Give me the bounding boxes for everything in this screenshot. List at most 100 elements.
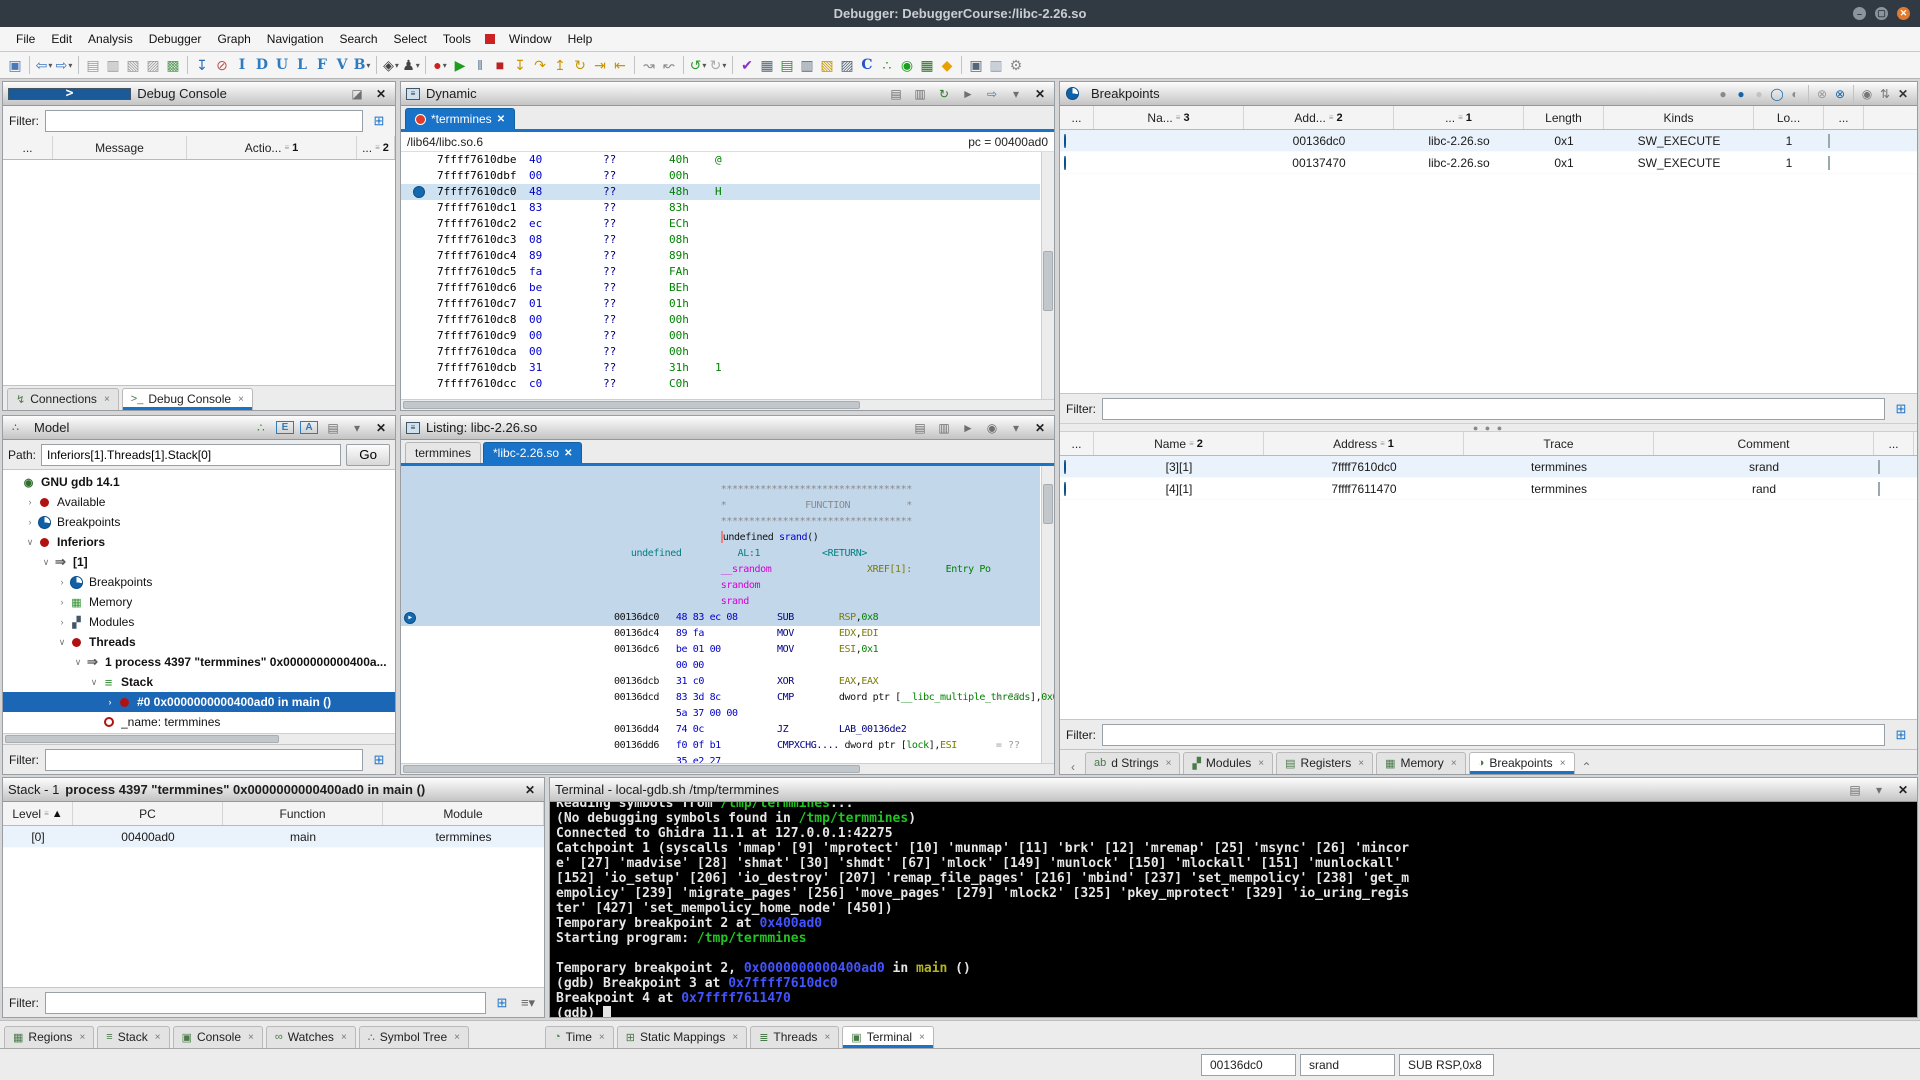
copy-special-icon[interactable]: ▤ bbox=[83, 54, 103, 76]
listing-line[interactable]: ********************************** bbox=[401, 514, 1040, 530]
listing-line[interactable]: ********************************** bbox=[401, 482, 1040, 498]
book-icon[interactable]: ▤ bbox=[777, 54, 797, 76]
tree-item[interactable]: ∨ Inferiors bbox=[3, 532, 395, 552]
snapshot-icon[interactable]: ▩ bbox=[163, 54, 183, 76]
label-l-icon[interactable]: L bbox=[292, 54, 312, 76]
listing-line[interactable]: 5a 37 00 00 bbox=[401, 706, 1040, 722]
chevron-down-icon[interactable]: ▾ bbox=[1870, 783, 1888, 797]
kill-icon[interactable]: ■ bbox=[490, 54, 510, 76]
save-icon[interactable]: ▣ bbox=[5, 54, 25, 76]
regex-filter-icon[interactable]: ⊞ bbox=[369, 752, 389, 768]
duplicate-icon[interactable]: ▥ bbox=[935, 421, 953, 435]
clipboard-icon[interactable]: ▤ bbox=[324, 421, 342, 435]
undefine-u-icon[interactable]: U bbox=[272, 54, 292, 76]
debug-console-filter-input[interactable] bbox=[45, 110, 363, 132]
column-header[interactable]: ... bbox=[1060, 106, 1094, 129]
close-icon[interactable]: ✕ bbox=[1894, 87, 1912, 101]
regex-filter-icon[interactable]: ⊞ bbox=[492, 995, 512, 1011]
column-header[interactable]: ... bbox=[1824, 106, 1864, 129]
column-header[interactable]: Comment bbox=[1654, 432, 1874, 455]
close-icon[interactable]: ✕ bbox=[564, 448, 572, 459]
close-icon[interactable]: ✕ bbox=[1894, 783, 1912, 797]
close-icon[interactable]: × bbox=[248, 1032, 254, 1043]
compiler-icon[interactable]: C bbox=[857, 54, 877, 76]
collapsed-icon[interactable]: › bbox=[23, 517, 37, 527]
close-icon[interactable]: ✕ bbox=[521, 783, 539, 797]
hex-row[interactable]: 7ffff7610dc4 89?? 89h bbox=[401, 248, 1040, 264]
tab-symbol-tree[interactable]: ∴ Symbol Tree × bbox=[358, 1026, 469, 1048]
listing-line[interactable]: undefined srand() bbox=[401, 530, 1040, 546]
hex-row[interactable]: 7ffff7610dc1 83?? 83h bbox=[401, 200, 1040, 216]
chart-icon[interactable]: ▥ bbox=[986, 54, 1006, 76]
close-icon[interactable]: × bbox=[79, 1032, 85, 1043]
hex-row[interactable]: 7ffff7610dc5 fa?? FAh bbox=[401, 264, 1040, 280]
breakpoint-location-row[interactable]: [3][1] 7ffff7610dc0 termmines srand bbox=[1060, 456, 1917, 478]
close-icon[interactable]: × bbox=[341, 1032, 347, 1043]
listing-line[interactable]: 00 00 bbox=[401, 658, 1040, 674]
dynamic-vscrollbar[interactable] bbox=[1041, 152, 1054, 399]
menu-file[interactable]: File bbox=[8, 29, 43, 49]
tab-terminal[interactable]: ▣ Terminal × bbox=[842, 1026, 934, 1048]
tree-item[interactable]: › Breakpoints bbox=[3, 512, 395, 532]
tab-memory[interactable]: ▦ Memory × bbox=[1376, 752, 1466, 774]
filter-icon[interactable]: ◉ bbox=[1858, 87, 1876, 101]
expanded-icon[interactable]: ∨ bbox=[71, 657, 85, 668]
listing-line[interactable] bbox=[401, 466, 1040, 482]
make-ineffective-icon[interactable]: ◐ bbox=[1786, 87, 1804, 101]
tab-console[interactable]: ▣ Console × bbox=[172, 1026, 263, 1048]
chevron-down-icon[interactable]: ▾ bbox=[1007, 421, 1025, 435]
step-to-icon[interactable]: ⇥ bbox=[590, 54, 610, 76]
column-header[interactable]: Module bbox=[383, 802, 544, 825]
hex-row[interactable]: 7ffff7610dc0 48?? 48h H bbox=[401, 184, 1040, 200]
close-icon[interactable]: × bbox=[1358, 758, 1364, 769]
resume-icon[interactable]: ▶ bbox=[450, 54, 470, 76]
dynamic-hscrollbar[interactable] bbox=[401, 399, 1054, 410]
stack-filter-input[interactable] bbox=[45, 991, 486, 1014]
list2-icon[interactable]: ▨ bbox=[837, 54, 857, 76]
column-header[interactable]: ... bbox=[1060, 432, 1094, 455]
clone-icon[interactable]: ▤ bbox=[911, 421, 929, 435]
listing-line[interactable]: srandom bbox=[401, 578, 1040, 594]
collapsed-icon[interactable]: › bbox=[23, 497, 37, 507]
expanded-icon[interactable]: ∨ bbox=[39, 557, 53, 568]
minimize-button[interactable]: – bbox=[1853, 7, 1866, 20]
clone-icon[interactable]: ▤ bbox=[887, 87, 905, 101]
column-header[interactable]: ... bbox=[3, 136, 53, 159]
collapsed-icon[interactable]: › bbox=[55, 617, 69, 627]
column-header[interactable]: Message bbox=[53, 136, 187, 159]
column-header[interactable]: ... ≡ 2 bbox=[357, 136, 395, 159]
gear-icon[interactable]: ⚙ bbox=[1006, 54, 1026, 76]
tab-modules[interactable]: ▞ Modules × bbox=[1183, 752, 1274, 774]
tab-static-mappings[interactable]: ⊞ Static Mappings × bbox=[616, 1026, 748, 1048]
hex-row[interactable]: 7ffff7610dcb 31?? 31h 1 bbox=[401, 360, 1040, 376]
copy-icon[interactable]: ▤ bbox=[1846, 783, 1864, 797]
bytes-table-icon[interactable]: ▦ bbox=[757, 54, 777, 76]
stack-frame-row[interactable]: [0] 00400ad0 main termmines bbox=[3, 826, 544, 848]
breakpoints-filter-input[interactable] bbox=[1102, 397, 1885, 420]
close-icon[interactable]: × bbox=[599, 1032, 605, 1043]
column-header[interactable]: Function bbox=[223, 802, 383, 825]
terminal-output[interactable]: Reading symbols from /tmp/termmines... (N… bbox=[550, 802, 1917, 1017]
hex-row[interactable]: 7ffff7610dbe 40?? 40h @ bbox=[401, 152, 1040, 168]
tab-registers[interactable]: ▤ Registers × bbox=[1276, 752, 1374, 774]
listing-line[interactable]: 00136dd6 f0 0f b1 CMPXCHG.... dword ptr … bbox=[401, 738, 1040, 754]
column-header[interactable]: Length bbox=[1524, 106, 1604, 129]
undo-icon[interactable]: ↺ ▾ bbox=[688, 54, 708, 76]
breakpoint-row[interactable]: 00137470 libc-2.26.so 0x1 SW_EXECUTE 1 bbox=[1060, 152, 1917, 174]
listing-line[interactable]: ▶ 00136dc0 48 83 ec 08 SUB RSP,0x8 bbox=[401, 610, 1040, 626]
row-checkbox[interactable] bbox=[1878, 481, 1880, 496]
column-header[interactable]: Kinds bbox=[1604, 106, 1754, 129]
close-icon[interactable]: ✕ bbox=[1031, 421, 1049, 435]
column-header[interactable]: Na... ≡ 3 bbox=[1094, 106, 1244, 129]
listing-line[interactable]: srand bbox=[401, 594, 1040, 610]
column-header[interactable]: Level ≡ ▲ bbox=[3, 802, 73, 825]
collapsed-icon[interactable]: › bbox=[55, 577, 69, 587]
breakpoint-dot-icon[interactable] bbox=[1064, 481, 1066, 496]
tab-threads[interactable]: ≣ Threads × bbox=[750, 1026, 840, 1048]
collapsed-icon[interactable]: › bbox=[103, 697, 117, 707]
variable-v-icon[interactable]: V bbox=[332, 54, 352, 76]
menu-edit[interactable]: Edit bbox=[43, 29, 80, 49]
hex-row[interactable]: 7ffff7610dc3 08?? 08h bbox=[401, 232, 1040, 248]
breakpoint-row[interactable]: 00136dc0 libc-2.26.so 0x1 SW_EXECUTE 1 bbox=[1060, 130, 1917, 152]
record-icon[interactable]: ● ▾ bbox=[430, 54, 450, 76]
